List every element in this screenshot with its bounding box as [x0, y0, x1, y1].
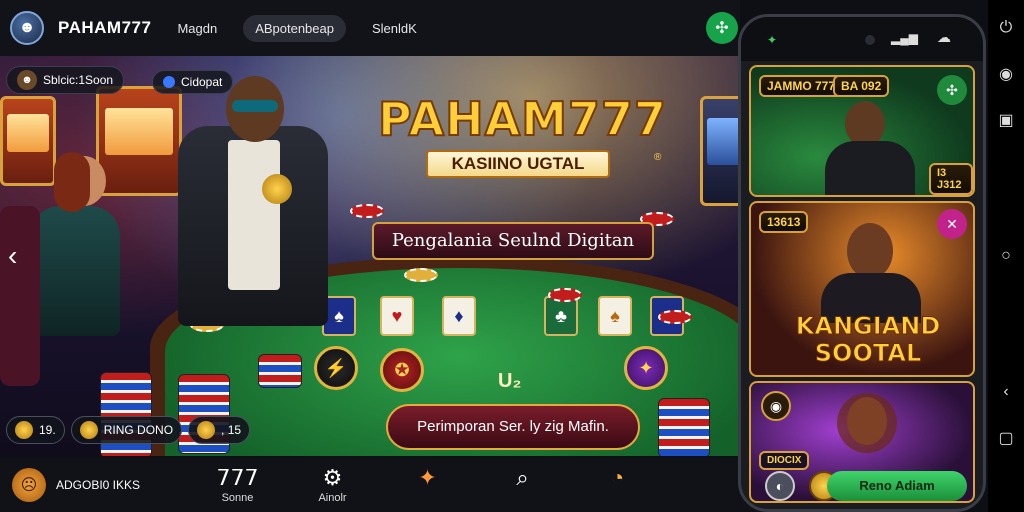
bottom-nav-item-history[interactable]: ◔ — [570, 466, 665, 504]
slot-machine — [0, 96, 56, 186]
bottom-nav-item-games[interactable]: ✦ — [380, 466, 475, 504]
app-root: ♠ ♥ ♦ ♣ ♠ ♥ U₂ ✪ ✦ ⚡ — [0, 0, 1024, 512]
registered-mark: ® — [654, 152, 662, 163]
player-pill[interactable]: ☻ Sblcic:1Soon — [6, 66, 125, 94]
chip-stack — [658, 398, 710, 456]
card3-back-icon[interactable]: ◐ — [765, 471, 795, 501]
card1-tag: I3 J312 — [929, 163, 973, 195]
player-avatar-icon: ☻ — [17, 70, 37, 90]
table-marking: U₂ — [498, 370, 522, 392]
search-icon: ⌕ — [516, 465, 529, 490]
card1-badge2: BA 092 — [833, 75, 890, 97]
top-bar: ☻ PAHAM777 Magdn ABpotenbeap SlenldK — [0, 0, 740, 56]
card2-badge: 13613 — [759, 211, 809, 233]
cloud-icon: ☁ — [937, 29, 951, 45]
close-icon[interactable]: ✕ — [937, 209, 967, 239]
bottom-nav-item-777[interactable]: 𝟩𝟩𝟩 Sonne — [190, 465, 285, 505]
bonus-value: RING DONO — [103, 423, 174, 437]
game-token[interactable]: ✪ — [380, 348, 424, 392]
user-avatar-icon: ☹ — [12, 468, 46, 502]
online-pill-label: Cidopat — [181, 75, 223, 89]
online-dot-icon — [163, 76, 175, 88]
status-bar: 19. RING DONO , 15 — [6, 416, 251, 444]
nav-item-2[interactable]: ABpotenbeap — [243, 14, 346, 42]
bottom-nav-item-search[interactable]: ⌕ — [475, 466, 570, 504]
system-nav-bar: ⏻ ◉ ▣ ○ ‹ ▢ — [988, 0, 1024, 512]
bottom-nav-item-settings[interactable]: ⚙ Ainolr — [285, 465, 380, 505]
phone-mockup: ✦ ▂▄▆ ☁ JAMMO 777 BA 092 ✣ I3 J312 13613… — [738, 14, 986, 512]
casino-chip — [404, 268, 438, 282]
phone-card-2[interactable]: 13613 ✕ KANGIAND SOOTAL — [749, 201, 975, 377]
card3-label: DIOCIX — [759, 451, 810, 470]
casino-chip — [658, 310, 692, 324]
record-icon[interactable]: ◉ — [999, 60, 1013, 88]
hero-subtitle: KASIINO UGTAL — [426, 150, 610, 178]
coin-icon — [197, 421, 216, 439]
phone-card-1[interactable]: JAMMO 777 BA 092 ✣ I3 J312 — [749, 65, 975, 197]
gear-icon: ⚙ — [322, 465, 343, 490]
phone-card-3[interactable]: ◉ DIOCIX ◐ Reno Adiam — [749, 381, 975, 503]
wins-pill[interactable]: , 15 — [188, 416, 251, 444]
slot-machine — [96, 86, 182, 196]
balance-value: 19. — [39, 423, 56, 437]
hero-tagline: Pengalania Seulnd Digitan — [372, 222, 654, 260]
casino-chip — [350, 204, 384, 218]
hero-banner: ♠ ♥ ♦ ♣ ♠ ♥ U₂ ✪ ✦ ⚡ — [0, 56, 760, 456]
game-token[interactable]: ⚡ — [314, 346, 358, 390]
playing-card: ♠ — [598, 296, 632, 336]
back-icon[interactable]: ‹ — [1003, 378, 1008, 406]
hero-title: PAHAM777 — [377, 91, 667, 147]
casino-chip — [548, 288, 582, 302]
game-token[interactable]: ✦ — [624, 346, 668, 390]
nav-item-3[interactable]: SlenldK — [360, 15, 429, 42]
bottom-nav-label: Sonne — [221, 492, 254, 504]
sparkle-icon: ✦ — [418, 465, 437, 490]
leaf-icon: ✦ — [767, 33, 778, 47]
balance-pill[interactable]: 19. — [6, 416, 65, 444]
coin-icon: ◉ — [761, 391, 791, 421]
bottom-user-label: ADGOBI0 IKKS — [56, 478, 141, 492]
bottom-nav: ☹ ADGOBI0 IKKS 𝟩𝟩𝟩 Sonne ⚙ Ainolr ✦ ⌕ ◔ — [0, 458, 760, 512]
square-icon[interactable]: ▣ — [998, 106, 1013, 134]
brand-name[interactable]: PAHAM777 — [58, 18, 151, 38]
nav-item-1[interactable]: Magdn — [165, 15, 229, 42]
player-pill-label: Sblcic:1Soon — [43, 73, 114, 87]
hero-logo: PAHAM777 KASIINO UGTAL — [377, 91, 667, 192]
wins-value: , 15 — [221, 423, 242, 437]
home-icon[interactable]: ○ — [1001, 242, 1011, 270]
share-icon[interactable]: ✣ — [706, 12, 738, 44]
hero-cta-button[interactable]: Perimporan Ser. ly zig Mafin. — [386, 404, 640, 450]
bottom-nav-label: Ainolr — [318, 492, 347, 504]
chip-stack — [258, 354, 302, 388]
recents-icon[interactable]: ▢ — [998, 424, 1013, 452]
history-icon: ◔ — [610, 465, 625, 490]
playing-card: ♣ — [544, 296, 578, 336]
phone-status-bar: ✦ ▂▄▆ ☁ — [741, 17, 983, 61]
card3-cta-button[interactable]: Reno Adiam — [827, 471, 967, 501]
card2-title: KANGIAND SOOTAL — [795, 312, 941, 367]
online-pill[interactable]: Cidopat — [152, 70, 234, 94]
slots-777-icon: 𝟩𝟩𝟩 — [216, 465, 259, 490]
carousel-prev-icon[interactable]: ‹ — [8, 240, 17, 272]
bottom-user[interactable]: ☹ ADGOBI0 IKKS — [0, 468, 190, 502]
bonus-pill[interactable]: RING DONO — [70, 416, 183, 444]
card1-badge: JAMMO 777 — [759, 75, 844, 97]
power-icon[interactable]: ⏻ — [1000, 14, 1013, 42]
brand-avatar-icon[interactable]: ☻ — [10, 11, 44, 45]
leaf-icon[interactable]: ✣ — [937, 75, 967, 105]
signal-icon: ▂▄▆ — [891, 31, 918, 45]
coin-icon — [15, 421, 33, 439]
coin-icon — [79, 421, 98, 439]
playing-card: ♦ — [442, 296, 476, 336]
camera-icon — [865, 35, 875, 45]
playing-card: ♥ — [380, 296, 414, 336]
